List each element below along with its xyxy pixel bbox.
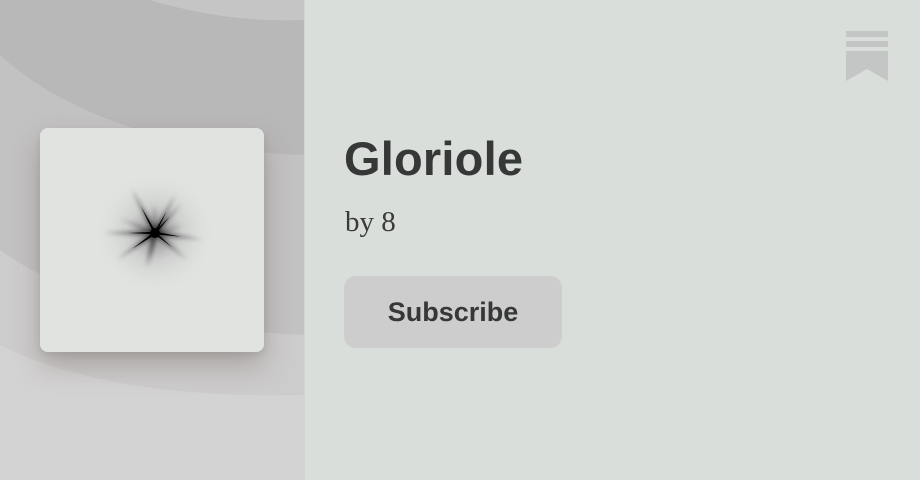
author-byline[interactable]: by 8 bbox=[345, 204, 396, 240]
subscribe-button[interactable]: Subscribe bbox=[344, 276, 562, 348]
publication-title[interactable]: Gloriole bbox=[344, 131, 523, 187]
bookmark-icon bbox=[846, 31, 888, 81]
cover-art[interactable] bbox=[40, 128, 264, 352]
publication-card: Gloriole by 8 Subscribe bbox=[0, 0, 920, 480]
starburst-image bbox=[40, 128, 264, 352]
cover-backdrop bbox=[0, 0, 304, 480]
